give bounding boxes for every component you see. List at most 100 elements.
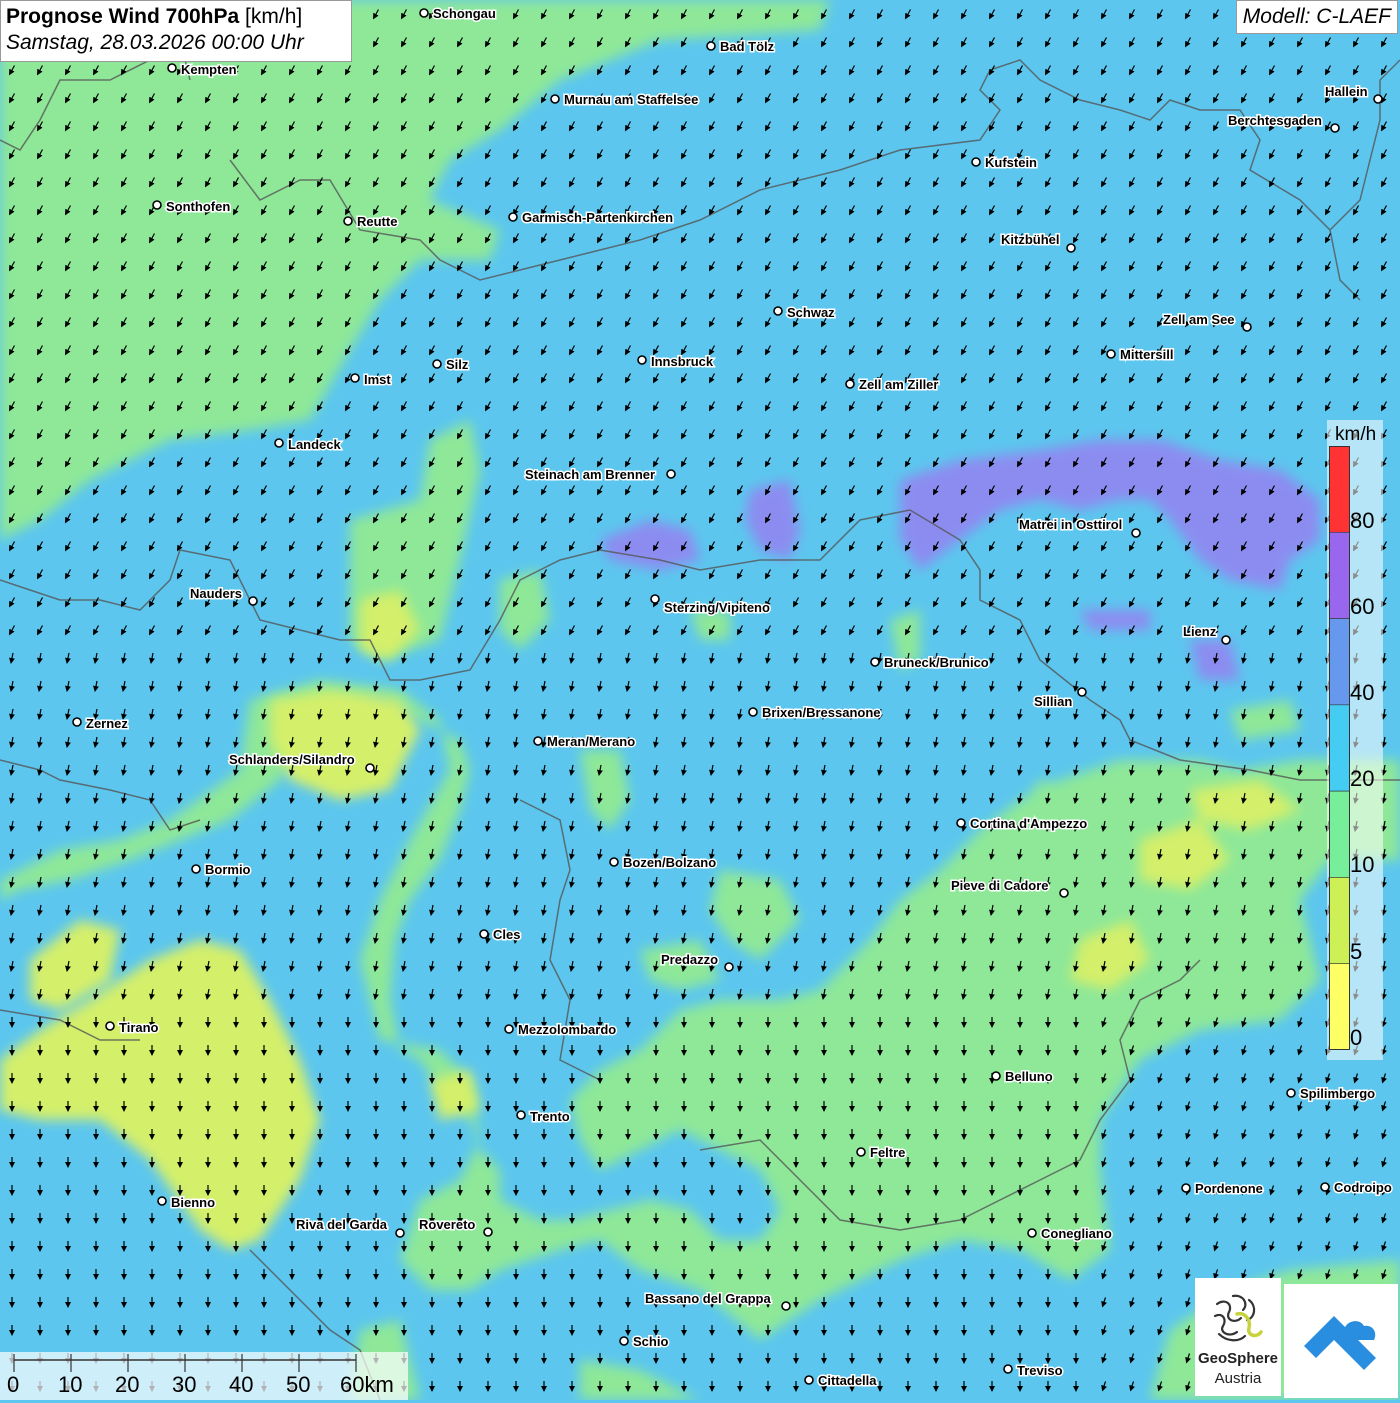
city-dot <box>845 379 855 389</box>
geosphere-logo[interactable]: GeoSphere Austria <box>1195 1278 1281 1396</box>
legend-band <box>1329 963 1350 1050</box>
city-dot <box>432 359 442 369</box>
city-dot <box>748 707 758 717</box>
scale-label-0: 0 <box>7 1372 20 1397</box>
city-label: Predazzo <box>661 952 718 967</box>
map-title-text: Prognose Wind 700hPa <box>6 5 240 28</box>
scale-label-10: 10 <box>58 1372 83 1397</box>
city-marker[interactable]: Meran/Merano <box>533 733 637 751</box>
legend-unit: km/h <box>1335 424 1377 445</box>
city-label: Kitzbühel <box>1001 232 1060 247</box>
city-label: Tirano <box>119 1020 159 1035</box>
city-label: Cortina d'Ampezzo <box>970 816 1087 831</box>
city-dot <box>516 1110 526 1120</box>
city-marker[interactable]: Zell am Ziller <box>845 376 940 394</box>
city-label: Treviso <box>1017 1363 1063 1378</box>
city-dot <box>666 469 676 479</box>
city-label: Rovereto <box>419 1217 475 1232</box>
city-label: Trento <box>530 1109 570 1124</box>
city-dot <box>804 1375 814 1385</box>
city-marker[interactable]: Cortina d'Ampezzo <box>956 815 1089 833</box>
city-label: Kempten <box>181 62 237 77</box>
city-label: Schwaz <box>787 305 835 320</box>
city-dot <box>1066 243 1076 253</box>
city-dot <box>1077 687 1087 697</box>
city-marker[interactable]: Brixen/Bressanone <box>748 704 882 722</box>
city-label: Matrei in Osttirol <box>1019 517 1122 532</box>
city-label: Brixen/Bressanone <box>762 705 881 720</box>
city-label: Feltre <box>870 1145 905 1160</box>
city-label: Spilimbergo <box>1300 1086 1375 1101</box>
city-label: Bozen/Bolzano <box>623 855 716 870</box>
city-label: Schongau <box>433 6 496 21</box>
city-label: Landeck <box>288 437 342 452</box>
scale-label-50: 50 <box>286 1372 311 1397</box>
city-label: Garmisch-Partenkirchen <box>522 210 673 225</box>
city-marker[interactable]: Garmisch-Partenkirchen <box>508 209 675 227</box>
mountain-cloud-icon <box>1304 1316 1376 1370</box>
legend-label-10: 10 <box>1350 852 1375 877</box>
city-dot <box>1027 1228 1037 1238</box>
map-title-unit: [km/h] <box>245 5 303 28</box>
city-label: Hallein <box>1325 84 1368 99</box>
city-dot <box>191 864 201 874</box>
city-label: Bad Tölz <box>720 39 775 54</box>
city-dot <box>274 438 284 448</box>
app-logo[interactable] <box>1284 1284 1398 1398</box>
city-dot <box>706 41 716 51</box>
city-dot <box>504 1024 514 1034</box>
city-label: Imst <box>364 372 391 387</box>
city-marker[interactable]: Bozen/Bolzano <box>609 854 718 872</box>
city-label: Bruneck/Brunico <box>884 655 989 670</box>
city-label: Schlanders/Silandro <box>229 752 355 767</box>
city-marker[interactable]: Murnau am Staffelsee <box>550 91 700 109</box>
city-label: Sonthofen <box>166 199 230 214</box>
city-dot <box>105 1021 115 1031</box>
city-dot <box>248 596 258 606</box>
legend-label-5: 5 <box>1350 939 1363 964</box>
city-dot <box>479 929 489 939</box>
geosphere-name: GeoSphere <box>1197 1350 1279 1367</box>
geosphere-emblem-icon <box>1213 1294 1263 1342</box>
city-dot <box>550 94 560 104</box>
city-marker[interactable]: Spilimbergo <box>1286 1085 1377 1103</box>
city-label: Berchtesgaden <box>1228 113 1322 128</box>
city-marker[interactable]: Conegliano <box>1027 1225 1113 1243</box>
city-label: Cles <box>493 927 520 942</box>
city-label: Kufstein <box>985 155 1037 170</box>
city-marker[interactable]: Mezzolombardo <box>504 1021 618 1039</box>
city-label: Nauders <box>190 586 242 601</box>
city-dot <box>609 857 619 867</box>
city-label: Sterzing/Vipiteno <box>664 600 770 615</box>
city-dot <box>419 8 429 18</box>
city-marker[interactable]: Bruneck/Brunico <box>870 654 990 672</box>
city-label: Riva del Garda <box>296 1217 388 1232</box>
city-marker[interactable]: Steinach am Brenner <box>524 466 676 484</box>
city-marker[interactable]: Pordenone <box>1181 1180 1264 1198</box>
map-title: Prognose Wind 700hPa [km/h] <box>6 4 346 30</box>
scale-label-20: 20 <box>115 1372 140 1397</box>
city-dot <box>365 763 375 773</box>
city-label: Pordenone <box>1195 1181 1263 1196</box>
city-dot <box>1373 94 1383 104</box>
city-dot <box>157 1196 167 1206</box>
city-label: Lienz <box>1183 624 1217 639</box>
legend-label-40: 40 <box>1350 680 1375 705</box>
city-label: Codroipo <box>1334 1180 1392 1195</box>
city-label: Zell am Ziller <box>859 377 938 392</box>
city-dot <box>1286 1088 1296 1098</box>
city-label: Bienno <box>171 1195 215 1210</box>
city-dot <box>1003 1364 1013 1374</box>
city-label: Bormio <box>205 862 251 877</box>
city-dot <box>533 736 543 746</box>
city-label: Pieve di Cadore <box>951 878 1049 893</box>
city-dot <box>781 1301 791 1311</box>
legend-band <box>1329 618 1350 706</box>
wind-map[interactable]: Schongau Kempten Bad Tölz Murnau am Staffel… <box>0 0 1400 1400</box>
city-dot <box>152 200 162 210</box>
city-label: Meran/Merano <box>547 734 635 749</box>
city-dot <box>991 1071 1001 1081</box>
city-dot <box>1320 1182 1330 1192</box>
legend-color-bar <box>1329 446 1350 1050</box>
city-label: Mittersill <box>1120 347 1173 362</box>
